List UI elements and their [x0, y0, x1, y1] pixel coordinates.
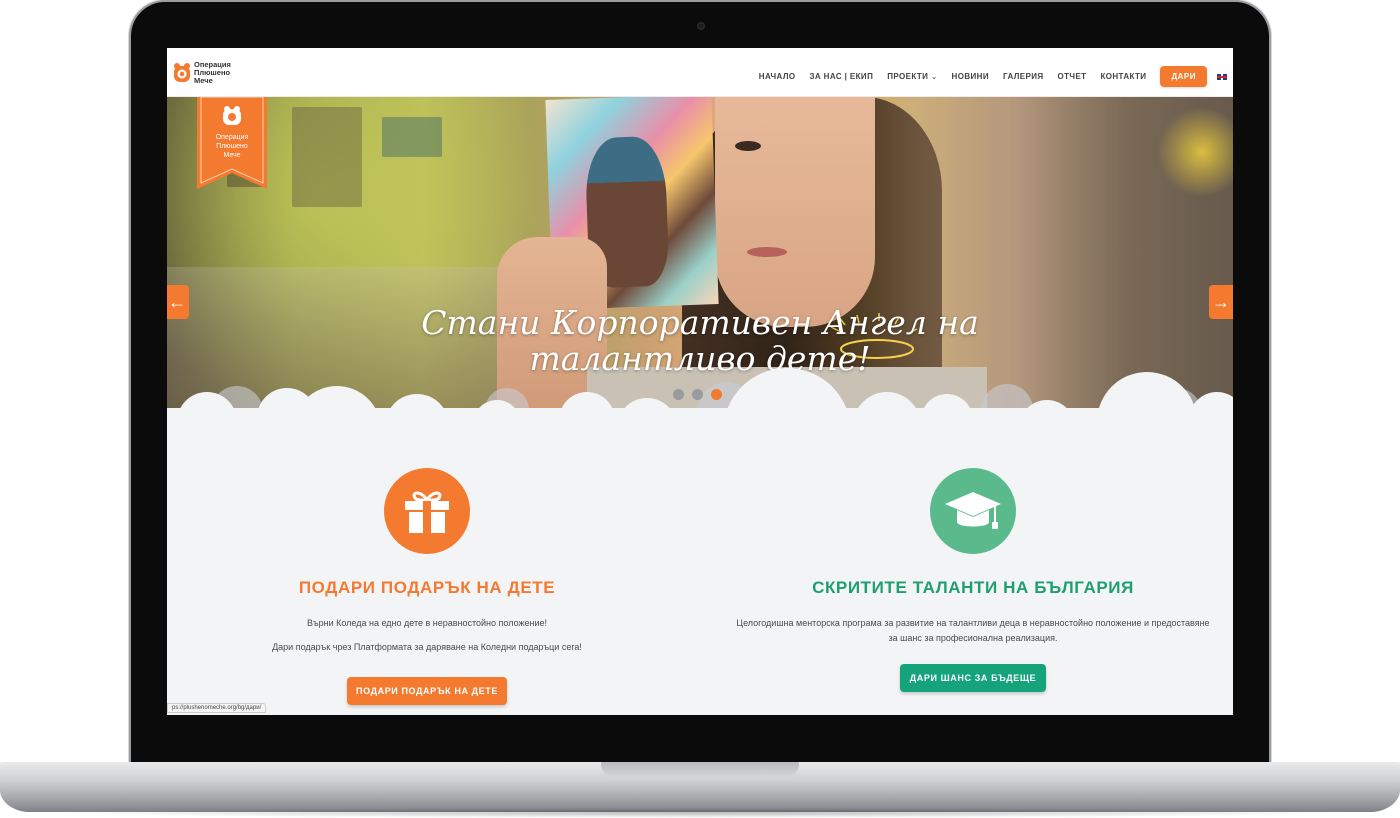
- cloud-divider: [167, 368, 1233, 411]
- browser-viewport: Операция Плюшено Мече НАЧАЛО ЗА НАС | ЕК…: [167, 48, 1233, 715]
- nav-label: ОТЧЕТ: [1057, 72, 1087, 81]
- slider-dots: [673, 389, 730, 400]
- slider-next-arrow-icon[interactable]: →: [1209, 285, 1233, 319]
- slider-dot-3[interactable]: [711, 389, 722, 400]
- feature-title: ПОДАРИ ПОДАРЪК НА ДЕТЕ: [298, 578, 556, 597]
- nav-item-news[interactable]: НОВИНИ: [952, 72, 989, 81]
- ribbon-logo-line-1: Операция: [216, 134, 249, 141]
- webcam: [697, 22, 705, 30]
- ribbon-logo-badge: Операция Плюшено Мече: [197, 97, 267, 189]
- nav-label: НАЧАЛО: [758, 72, 796, 81]
- feature-description: за шанс за професионална реализация.: [888, 633, 1058, 643]
- status-bar-url: ps://plushenomeche.org/bg/дари/: [167, 703, 267, 713]
- feature-talents: СКРИТИТЕ ТАЛАНТИ НА БЪЛГАРИЯ Целогодишна…: [713, 468, 1233, 692]
- hero-photo-eye: [735, 141, 761, 151]
- gift-icon: [384, 468, 470, 554]
- hero-photo-lips: [747, 247, 787, 257]
- chevron-down-icon: ⌄: [931, 73, 938, 81]
- ribbon-logo-line-2: Плюшено: [216, 143, 248, 150]
- hero-photo-face: [715, 97, 875, 327]
- hero-title-line-1: Стани Корпоративен Ангел на: [421, 303, 979, 342]
- future-donate-button[interactable]: ДАРИ ШАНС ЗА БЪДЕЩЕ: [899, 664, 1047, 692]
- feature-description: Дари подарък чрез Платформата за даряван…: [272, 642, 582, 652]
- logo-line-3: Мече: [194, 76, 213, 85]
- laptop-shadow: [40, 808, 1360, 818]
- hero-background-frame: [382, 117, 442, 157]
- nav-label: ГАЛЕРИЯ: [1003, 72, 1044, 81]
- nav-item-gallery[interactable]: ГАЛЕРИЯ: [1003, 72, 1044, 81]
- gift-glyph: [405, 491, 449, 533]
- ribbon-logo-line-3: Мече: [223, 152, 240, 159]
- nav-item-projects[interactable]: ПРОЕКТИ ⌄: [887, 72, 937, 81]
- slider-prev-arrow-icon[interactable]: ←: [167, 285, 189, 319]
- gift-donate-button[interactable]: ПОДАРИ ПОДАРЪК НА ДЕТЕ: [347, 677, 507, 705]
- logo-text: Операция Плюшено Мече: [194, 61, 254, 85]
- nav-label: КОНТАКТИ: [1100, 72, 1147, 81]
- nav-label: ЗА НАС | ЕКИП: [809, 72, 874, 81]
- nav-label: ПРОЕКТИ: [887, 72, 929, 81]
- nav-item-home[interactable]: НАЧАЛО: [759, 72, 796, 81]
- nav-item-about[interactable]: ЗА НАС | ЕКИП: [809, 72, 873, 81]
- slider-dot-2[interactable]: [692, 389, 703, 400]
- laptop-notch: [601, 762, 799, 778]
- feature-gift: ПОДАРИ ПОДАРЪК НА ДЕТЕ Върни Коледа на е…: [167, 468, 687, 705]
- nav-item-contacts[interactable]: КОНТАКТИ: [1100, 72, 1146, 81]
- hero-slider: Операция Плюшено Мече Стани Корпоративен…: [167, 97, 1233, 411]
- uk-flag-icon[interactable]: [1217, 73, 1227, 80]
- site-header: Операция Плюшено Мече НАЧАЛО ЗА НАС | ЕК…: [167, 48, 1233, 97]
- hero-background-frame: [292, 107, 362, 207]
- feature-description: Целогодишна менторска програма за развит…: [736, 618, 1210, 628]
- nav-label: НОВИНИ: [951, 72, 990, 81]
- graduation-cap-icon: [930, 468, 1016, 554]
- graduation-cap-glyph: [945, 492, 1001, 529]
- donate-button[interactable]: ДАРИ: [1160, 66, 1207, 87]
- bear-logo-icon: [174, 63, 190, 82]
- nav-item-report[interactable]: ОТЧЕТ: [1058, 72, 1087, 81]
- site-logo[interactable]: Операция Плюшено Мече: [173, 61, 254, 85]
- feature-title: СКРИТИТЕ ТАЛАНТИ НА БЪЛГАРИЯ: [812, 578, 1134, 597]
- main-nav: НАЧАЛО ЗА НАС | ЕКИП ПРОЕКТИ ⌄ НОВИНИ ГАЛ…: [745, 66, 1227, 87]
- feature-description: Върни Коледа на едно дете в неравностойн…: [306, 618, 548, 628]
- slider-dot-1[interactable]: [673, 389, 684, 400]
